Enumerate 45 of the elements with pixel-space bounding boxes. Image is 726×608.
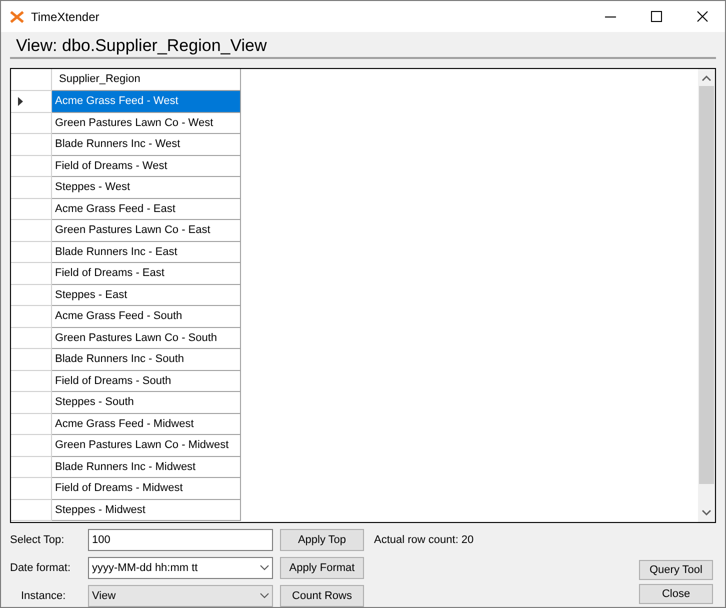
table-cell[interactable]: Blade Runners Inc - East bbox=[52, 242, 241, 263]
row-count-text: Actual row count: 20 bbox=[374, 532, 474, 548]
close-icon bbox=[696, 11, 708, 22]
table-cell[interactable]: Blade Runners Inc - South bbox=[52, 349, 241, 370]
dialog-button[interactable]: Close bbox=[639, 584, 713, 604]
table-cell[interactable]: Field of Dreams - South bbox=[52, 370, 241, 392]
view-heading: View: dbo.Supplier_Region_View bbox=[10, 36, 716, 59]
chevron-down-icon bbox=[260, 593, 269, 599]
table-cell[interactable]: Field of Dreams - East bbox=[52, 263, 241, 284]
table-cell[interactable]: Acme Grass Feed - West bbox=[52, 91, 241, 112]
table-cell[interactable]: Acme Grass Feed - Midwest bbox=[52, 414, 241, 435]
table-cell[interactable]: Green Pastures Lawn Co - South bbox=[52, 328, 241, 349]
table-cell[interactable]: Green Pastures Lawn Co - East bbox=[52, 220, 241, 242]
corner-cell bbox=[11, 69, 52, 91]
field-label: Date format: bbox=[10, 560, 72, 576]
action-button[interactable]: Apply Top bbox=[280, 529, 364, 551]
table-cell[interactable]: Green Pastures Lawn Co - Midwest bbox=[52, 435, 241, 456]
table-cell[interactable]: Blade Runners Inc - West bbox=[52, 134, 241, 156]
logo-icon bbox=[10, 10, 24, 22]
table-cell[interactable]: Field of Dreams - Midwest bbox=[52, 478, 241, 500]
combo-box[interactable]: yyyy-MM-dd hh:mm tt bbox=[88, 557, 273, 579]
minimize-icon bbox=[604, 16, 616, 18]
current-row-icon bbox=[18, 96, 23, 106]
dialog-button[interactable]: Query Tool bbox=[639, 560, 713, 580]
action-button[interactable]: Count Rows bbox=[280, 585, 364, 607]
table-cell[interactable]: Green Pastures Lawn Co - West bbox=[52, 112, 241, 134]
window-title: TimeXtender bbox=[31, 8, 100, 26]
table-cell[interactable]: Steppes - East bbox=[52, 284, 241, 306]
input-field[interactable]: 100 bbox=[88, 529, 273, 551]
dropdown[interactable]: View bbox=[88, 585, 273, 607]
field-label: Instance: bbox=[20, 588, 67, 604]
table-cell[interactable]: Field of Dreams - West bbox=[52, 156, 241, 177]
table-cell[interactable]: Steppes - Midwest bbox=[52, 500, 241, 521]
scrollbar[interactable] bbox=[698, 69, 715, 522]
action-button[interactable]: Apply Format bbox=[280, 557, 364, 579]
table-cell[interactable]: Acme Grass Feed - South bbox=[52, 306, 241, 328]
field-label: Select Top: bbox=[10, 532, 66, 548]
table-cell[interactable]: Steppes - West bbox=[52, 177, 241, 198]
maximize-icon bbox=[650, 11, 662, 22]
chevron-down-icon bbox=[260, 565, 269, 571]
table-cell[interactable]: Blade Runners Inc - Midwest bbox=[52, 456, 241, 478]
table-cell[interactable]: Steppes - South bbox=[52, 392, 241, 414]
scroll-up-icon[interactable] bbox=[702, 75, 711, 81]
scroll-down-icon[interactable] bbox=[702, 510, 711, 516]
table-cell[interactable]: Acme Grass Feed - East bbox=[52, 198, 241, 220]
